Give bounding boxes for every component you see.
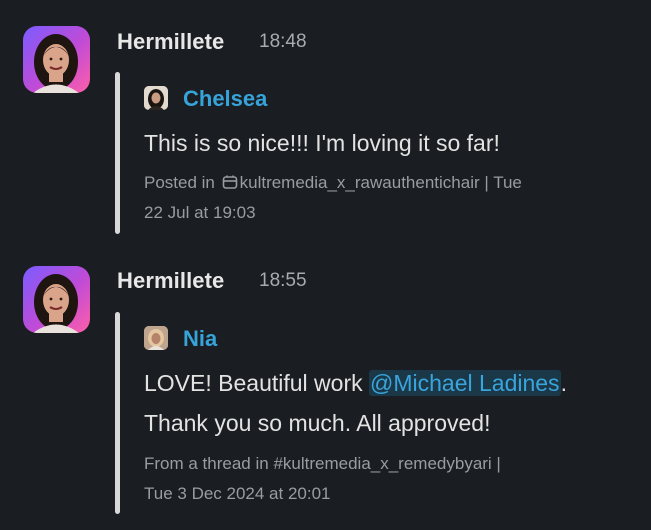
sender-name[interactable]: Hermillete: [117, 29, 224, 55]
channel-link[interactable]: kultremedia_x_rawauthentichair: [240, 173, 480, 192]
user-avatar-icon: [144, 326, 168, 350]
meta-prefix: Posted in: [144, 173, 220, 192]
sender-avatar[interactable]: [23, 266, 90, 333]
meta-date[interactable]: 22 Jul at 19:03: [144, 203, 256, 222]
user-avatar-icon: [33, 34, 79, 93]
quote-text-part: LOVE! Beautiful work: [144, 370, 369, 396]
quote-author-avatar[interactable]: [144, 326, 168, 350]
message-timestamp[interactable]: 18:55: [259, 270, 307, 292]
user-avatar-icon: [33, 274, 79, 333]
quote-text-line: Thank you so much. All approved!: [144, 410, 491, 436]
quote-text: LOVE! Beautiful work @Michael Ladines. T…: [144, 363, 639, 443]
quote-meta: Posted in kultremedia_x_rawauthentichair…: [144, 168, 639, 228]
thread-link[interactable]: From a thread in #kultremedia_x_remedyby…: [144, 454, 501, 473]
quote-text: This is so nice!!! I'm loving it so far!: [144, 130, 500, 156]
user-mention[interactable]: @Michael Ladines: [369, 370, 561, 396]
quote-bar: [115, 312, 120, 514]
quote-author-name[interactable]: Nia: [183, 326, 217, 352]
meta-suffix: | Tue: [479, 173, 522, 192]
shared-channel-icon: [222, 175, 237, 189]
quote-text-part: .: [560, 370, 567, 396]
message-timestamp[interactable]: 18:48: [259, 31, 307, 53]
sender-avatar[interactable]: [23, 26, 90, 93]
quote-author-avatar[interactable]: [144, 86, 168, 110]
quote-bar: [115, 72, 120, 234]
sender-name[interactable]: Hermillete: [117, 268, 224, 294]
user-avatar-icon: [144, 86, 168, 110]
quote-meta: From a thread in #kultremedia_x_remedyby…: [144, 449, 639, 509]
meta-date[interactable]: Tue 3 Dec 2024 at 20:01: [144, 484, 331, 503]
quote-author-name[interactable]: Chelsea: [183, 86, 267, 112]
